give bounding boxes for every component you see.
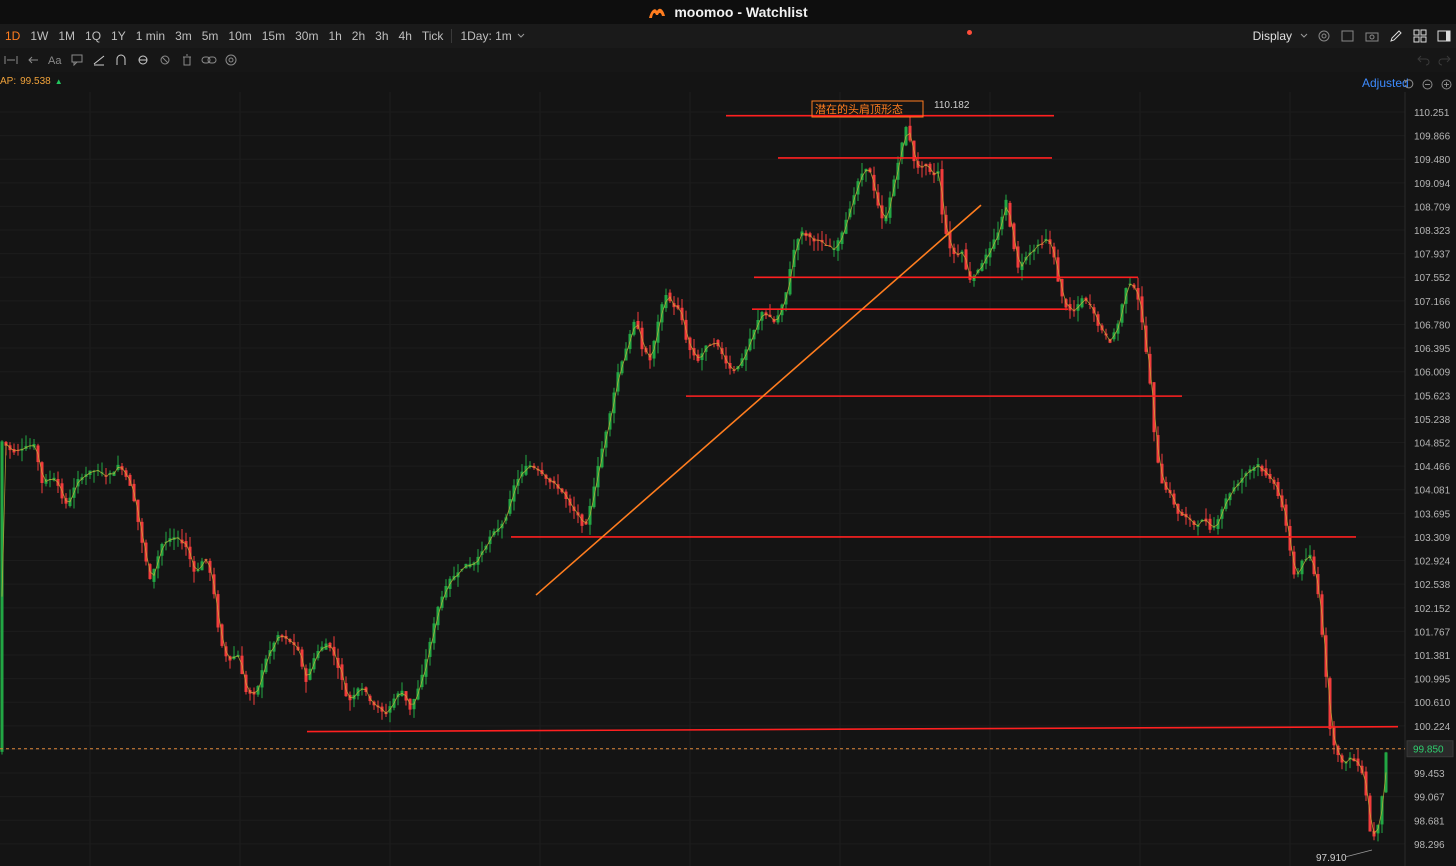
price-axis-tick: 98.296 xyxy=(1414,840,1445,851)
reset-icon[interactable] xyxy=(1400,76,1416,92)
price-axis-tick: 100.995 xyxy=(1414,675,1451,686)
price-axis-tick: 104.466 xyxy=(1414,462,1451,473)
redo-icon[interactable] xyxy=(1434,50,1456,70)
timeframe-2h[interactable]: 2h xyxy=(347,29,370,43)
moving-average-line xyxy=(1,132,1387,835)
chart-tools: Display xyxy=(1253,24,1456,48)
support-resistance-line xyxy=(306,725,1399,733)
notification-dot xyxy=(967,30,973,35)
zoom-in-icon[interactable] xyxy=(1438,76,1454,92)
timeframe-1h[interactable]: 1h xyxy=(323,29,346,43)
drawing-toolbar: Aa xyxy=(0,48,1456,72)
timeframe-3h[interactable]: 3h xyxy=(370,29,393,43)
price-axis-tick: 101.381 xyxy=(1414,651,1451,662)
chevron-down-icon xyxy=(517,33,525,38)
vwap-indicator: AP: 99.538 ▲ xyxy=(0,76,63,87)
period-select[interactable]: 1Day: 1m xyxy=(455,29,973,43)
timeframe-4h[interactable]: 4h xyxy=(394,29,417,43)
title-bar: moomoo - Watchlist xyxy=(0,0,1456,24)
timeframe-10m[interactable]: 10m xyxy=(223,29,256,43)
lock-icon[interactable] xyxy=(132,50,154,70)
price-axis-tick: 109.866 xyxy=(1414,132,1451,143)
price-axis-tick: 100.224 xyxy=(1414,722,1451,733)
grid-icon[interactable] xyxy=(1412,28,1428,44)
current-price-label: 99.850 xyxy=(1413,745,1444,756)
app-title: moomoo - Watchlist xyxy=(674,4,808,20)
low-price-label: 97.910 xyxy=(1316,853,1347,864)
timeframe-tick[interactable]: Tick xyxy=(417,29,449,43)
back-arrow-icon[interactable] xyxy=(22,50,44,70)
layout-icon[interactable] xyxy=(1340,28,1356,44)
price-axis-tick: 99.067 xyxy=(1414,793,1445,804)
vwap-label: AP: xyxy=(0,76,17,87)
drawing-settings-icon[interactable] xyxy=(220,50,242,70)
comment-icon[interactable] xyxy=(66,50,88,70)
price-axis-tick: 100.610 xyxy=(1414,698,1451,709)
camera-icon[interactable] xyxy=(1364,28,1380,44)
price-axis-tick: 104.852 xyxy=(1414,439,1451,450)
price-axis-tick: 106.395 xyxy=(1414,344,1451,355)
timeframe-list: 1D 1W 1M 1Q 1Y 1 min 3m 5m 10m 15m 30m 1h 2h 3h 4h Tick xyxy=(0,29,448,43)
price-axis-tick: 107.552 xyxy=(1414,273,1451,284)
high-price-label: 110.182 xyxy=(934,100,970,111)
price-axis-tick: 110.251 xyxy=(1414,108,1450,119)
price-axis-tick: 105.623 xyxy=(1414,391,1451,402)
hide-drawings-icon[interactable] xyxy=(154,50,176,70)
price-axis-tick: 103.695 xyxy=(1414,509,1451,520)
price-axis-tick: 105.238 xyxy=(1414,415,1451,426)
price-axis-tick: 102.152 xyxy=(1414,604,1451,615)
period-select-label: 1Day: 1m xyxy=(460,29,512,43)
timeframe-1w[interactable]: 1W xyxy=(25,29,53,43)
svg-text:Aa: Aa xyxy=(48,55,62,66)
price-axis-tick: 98.681 xyxy=(1414,816,1445,827)
price-axis-tick: 103.309 xyxy=(1414,533,1451,544)
price-axis-tick: 109.480 xyxy=(1414,155,1451,166)
moomoo-logo-icon xyxy=(649,8,666,18)
fit-width-icon[interactable] xyxy=(0,50,22,70)
link-icon[interactable] xyxy=(198,50,220,70)
up-triangle-icon: ▲ xyxy=(54,77,63,86)
price-axis-tick: 99.453 xyxy=(1414,769,1445,780)
price-axis-tick: 102.924 xyxy=(1414,557,1451,568)
price-axis-tick: 107.937 xyxy=(1414,250,1451,261)
line-tool-icon[interactable] xyxy=(88,50,110,70)
display-button[interactable]: Display xyxy=(1253,29,1292,43)
settings-gear-icon[interactable] xyxy=(1316,28,1332,44)
price-axis-tick: 108.323 xyxy=(1414,226,1451,237)
price-axis-tick: 109.094 xyxy=(1414,179,1451,190)
timeframe-1m[interactable]: 1M xyxy=(53,29,80,43)
timeframe-1y[interactable]: 1Y xyxy=(106,29,131,43)
undo-icon[interactable] xyxy=(1412,50,1434,70)
price-axis-tick: 108.709 xyxy=(1414,202,1451,213)
price-axis-tick: 101.767 xyxy=(1414,627,1451,638)
price-axis-tick: 104.081 xyxy=(1414,486,1451,497)
annotation-text: 潜在的头肩顶形态 xyxy=(815,102,903,116)
timeframe-bar: 1D 1W 1M 1Q 1Y 1 min 3m 5m 10m 15m 30m 1h 2h 3h 4h Tick… xyxy=(0,24,1456,48)
text-tool-icon[interactable]: Aa xyxy=(44,50,66,70)
zoom-out-icon[interactable] xyxy=(1419,76,1435,92)
low-price-pointer xyxy=(1344,849,1373,858)
timeframe-1q[interactable]: 1Q xyxy=(80,29,106,43)
timeframe-30m[interactable]: 30m xyxy=(290,29,323,43)
timeframe-3m[interactable]: 3m xyxy=(170,29,197,43)
zoom-controls xyxy=(1400,76,1454,92)
timeframe-divider xyxy=(451,29,453,43)
magnet-icon[interactable] xyxy=(110,50,132,70)
timeframe-1min[interactable]: 1 min xyxy=(131,29,170,43)
trash-icon[interactable] xyxy=(176,50,198,70)
price-axis-tick: 102.538 xyxy=(1414,580,1451,591)
price-chart[interactable]: 110.251 109.866 109.480 109.094 108.709 108.3… xyxy=(0,92,1456,866)
timeframe-5m[interactable]: 5m xyxy=(197,29,224,43)
price-axis-tick: 106.780 xyxy=(1414,320,1451,331)
vwap-value: 99.538 xyxy=(20,76,51,87)
panel-icon[interactable] xyxy=(1436,28,1452,44)
timeframe-1d[interactable]: 1D xyxy=(0,29,25,43)
chevron-down-icon xyxy=(1300,33,1308,38)
pencil-icon[interactable] xyxy=(1388,28,1404,44)
price-axis-tick: 106.009 xyxy=(1414,368,1451,379)
price-axis-tick: 107.166 xyxy=(1414,297,1451,308)
timeframe-15m[interactable]: 15m xyxy=(257,29,290,43)
